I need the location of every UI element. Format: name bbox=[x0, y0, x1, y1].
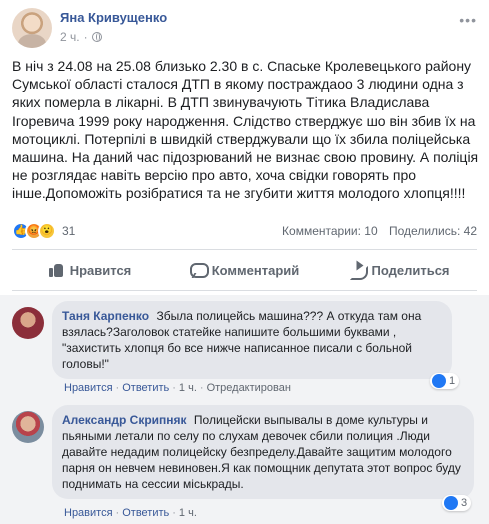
wow-icon[interactable]: 😮 bbox=[38, 222, 56, 240]
post-author[interactable]: Яна Кривущенко bbox=[60, 10, 167, 25]
like-button[interactable]: Нравится bbox=[12, 254, 167, 286]
post-text: В ніч з 24.08 на 25.08 близько 2.30 в с.… bbox=[12, 58, 479, 202]
comment-edited[interactable]: Отредактирован bbox=[207, 382, 291, 394]
comment-bubble: Александр Скрипняк Полицейски выпывалы в… bbox=[52, 405, 474, 499]
divider bbox=[12, 290, 477, 291]
comment-button[interactable]: Комментарий bbox=[167, 254, 322, 286]
separator: · bbox=[172, 382, 176, 394]
comment-like-badge[interactable]: 1 bbox=[430, 373, 460, 389]
comment-like-count: 1 bbox=[449, 375, 456, 387]
comment-label: Комментарий bbox=[211, 262, 300, 278]
comments-section: Таня Карпенко Збыла полицейсь машина??? … bbox=[0, 295, 489, 524]
comment-footer: Нравится · Ответить · 1 ч. · Отредактирован bbox=[64, 382, 291, 394]
share-icon bbox=[349, 262, 369, 280]
comments-count[interactable]: Комментарии: 10 bbox=[282, 224, 378, 238]
comment-time[interactable]: 1 ч. bbox=[179, 382, 197, 394]
comment-like-link[interactable]: Нравится bbox=[64, 382, 113, 394]
comment-author[interactable]: Таня Карпенко bbox=[62, 309, 149, 323]
divider bbox=[12, 249, 477, 250]
thumbs-up-icon bbox=[48, 262, 64, 278]
share-button[interactable]: Поделиться bbox=[322, 254, 477, 286]
post-actions: Нравится Комментарий Поделиться bbox=[12, 254, 477, 286]
like-label: Нравится bbox=[69, 262, 132, 278]
like-icon bbox=[444, 496, 458, 510]
comment-avatar[interactable] bbox=[12, 411, 44, 443]
separator: · bbox=[115, 382, 120, 394]
separator: · bbox=[199, 382, 204, 394]
post-header: Яна Кривущенко 2 ч. · ••• bbox=[12, 8, 477, 48]
post-meta: 2 ч. · bbox=[60, 30, 102, 44]
comment-reply-link[interactable]: Ответить bbox=[122, 382, 169, 394]
comment-time[interactable]: 1 ч. bbox=[179, 507, 197, 519]
like-icon bbox=[432, 374, 446, 388]
comment-like-link[interactable]: Нравится bbox=[64, 507, 113, 519]
comment-author[interactable]: Александр Скрипняк bbox=[62, 413, 187, 427]
separator: · bbox=[115, 507, 120, 519]
separator: · bbox=[172, 507, 176, 519]
comment-like-count: 3 bbox=[461, 497, 468, 509]
comment-icon bbox=[189, 262, 209, 278]
shares-count[interactable]: Поделились: 42 bbox=[389, 224, 477, 238]
comment-avatar[interactable] bbox=[12, 307, 44, 339]
avatar[interactable] bbox=[12, 8, 52, 48]
comment-bubble: Таня Карпенко Збыла полицейсь машина??? … bbox=[52, 301, 452, 379]
globe-icon bbox=[91, 32, 102, 42]
comment-footer: Нравится · Ответить · 1 ч. bbox=[64, 507, 197, 519]
dot-separator: · bbox=[83, 30, 88, 44]
post-counts: Комментарии: 10 Поделились: 42 bbox=[274, 224, 477, 238]
reactions-bar: 👍 😡 😮 31 Комментарии: 10 Поделились: 42 bbox=[12, 222, 477, 240]
share-label: Поделиться bbox=[371, 262, 450, 278]
more-options-icon[interactable]: ••• bbox=[459, 12, 477, 28]
reaction-count[interactable]: 31 bbox=[62, 224, 75, 238]
post-time[interactable]: 2 ч. bbox=[60, 30, 80, 44]
comment-reply-link[interactable]: Ответить bbox=[122, 507, 169, 519]
comment-like-badge[interactable]: 3 bbox=[442, 495, 472, 511]
